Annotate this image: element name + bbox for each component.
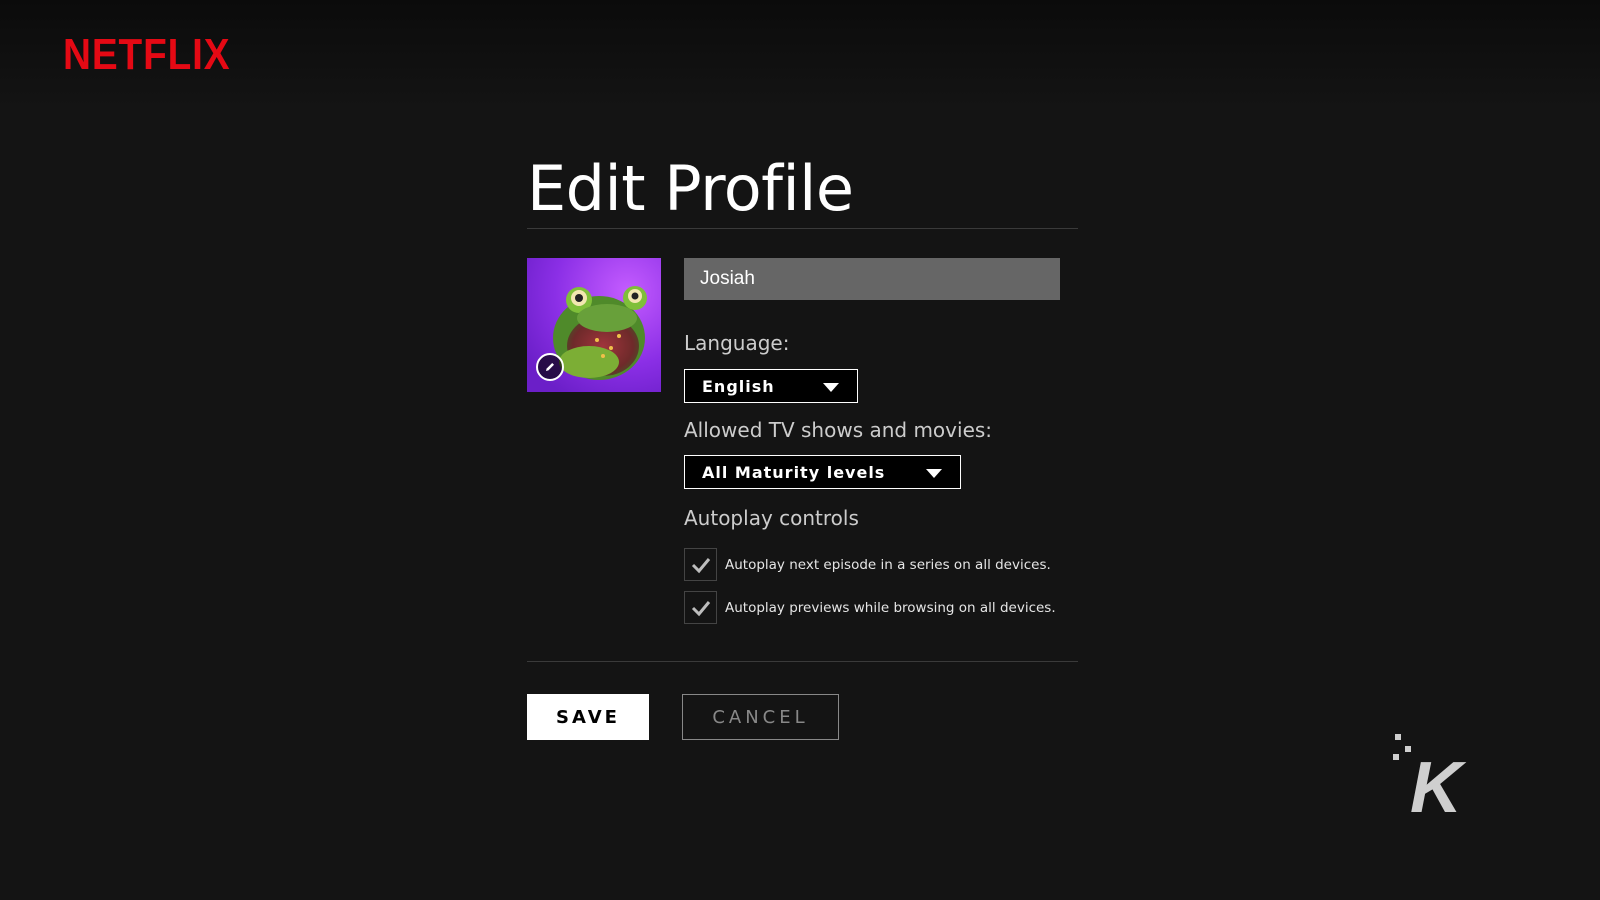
- autoplay-next-episode-checkbox[interactable]: [684, 548, 717, 581]
- language-label: Language:: [684, 331, 790, 355]
- autoplay-previews-label: Autoplay previews while browsing on all …: [725, 599, 1056, 616]
- chevron-down-icon: [823, 383, 839, 392]
- chevron-down-icon: [926, 469, 942, 478]
- save-button[interactable]: SAVE: [527, 694, 649, 740]
- maturity-select[interactable]: All Maturity levels: [684, 455, 961, 489]
- profile-avatar[interactable]: [527, 258, 661, 392]
- checkmark-icon: [691, 600, 710, 616]
- checkmark-icon: [691, 557, 710, 573]
- autoplay-heading: Autoplay controls: [684, 506, 859, 530]
- profile-name-input[interactable]: [684, 258, 1060, 300]
- autoplay-previews-row: Autoplay previews while browsing on all …: [684, 591, 1056, 624]
- language-selected-value: English: [702, 376, 775, 396]
- title-divider: [527, 228, 1078, 229]
- page-title: Edit Profile: [527, 152, 854, 225]
- edit-avatar-button[interactable]: [536, 353, 564, 381]
- pencil-icon: [546, 363, 554, 371]
- edit-profile-container: Edit Profile: [527, 150, 1078, 228]
- maturity-label: Allowed TV shows and movies:: [684, 418, 993, 442]
- watermark-letter: K: [1410, 748, 1467, 820]
- maturity-selected-value: All Maturity levels: [702, 462, 886, 482]
- autoplay-next-episode-row: Autoplay next episode in a series on all…: [684, 548, 1051, 581]
- language-select[interactable]: English: [684, 369, 858, 403]
- autoplay-next-episode-label: Autoplay next episode in a series on all…: [725, 556, 1051, 573]
- autoplay-previews-checkbox[interactable]: [684, 591, 717, 624]
- top-bar: NETFLIX: [0, 0, 1600, 110]
- cancel-button[interactable]: CANCEL: [682, 694, 839, 740]
- actions-divider: [527, 661, 1078, 662]
- k-logo-watermark: K: [1390, 730, 1480, 828]
- netflix-logo[interactable]: NETFLIX: [63, 30, 230, 80]
